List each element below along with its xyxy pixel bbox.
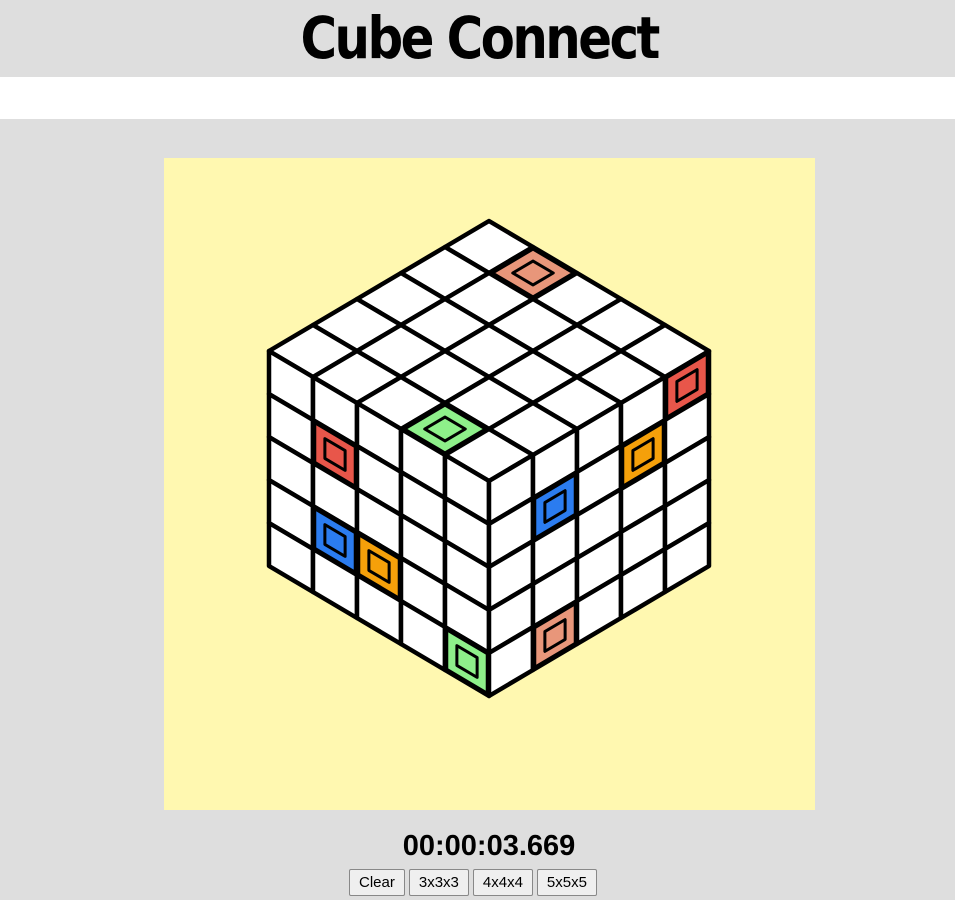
elapsed-timer: 00:00:03.669 [402,830,576,862]
size-4x4x4-button[interactable]: 4x4x4 [472,869,533,896]
game-board [164,158,815,810]
control-buttons: Clear 3x3x3 4x4x4 5x5x5 [349,869,597,897]
header: Cube Connect [0,0,955,77]
clear-button[interactable]: Clear [349,869,405,896]
size-3x3x3-button[interactable]: 3x3x3 [408,869,469,896]
cube-puzzle[interactable] [164,158,815,810]
page-title: Cube Connect [300,4,661,72]
header-spacer [0,77,955,119]
size-5x5x5-button[interactable]: 5x5x5 [536,869,597,896]
